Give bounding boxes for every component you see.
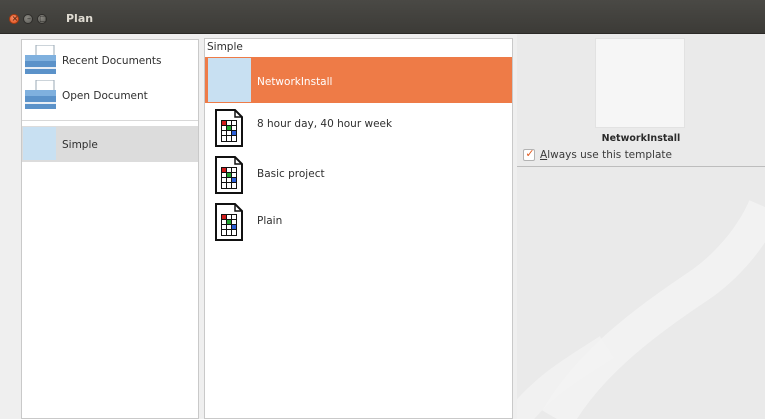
template-preview-name: NetworkInstall bbox=[601, 133, 681, 144]
template-thumbnail bbox=[208, 58, 251, 102]
checkmark-icon: ✓ bbox=[525, 147, 535, 160]
open-document-icon bbox=[25, 80, 56, 109]
close-icon[interactable]: × bbox=[9, 14, 19, 24]
template-preview-panel: NetworkInstall ✓ Always use this templat… bbox=[517, 34, 765, 419]
template-preview-thumbnail bbox=[595, 38, 685, 128]
always-use-template-checkbox[interactable]: ✓ bbox=[523, 147, 535, 161]
sidebar-item-recent-documents[interactable]: Recent Documents bbox=[22, 43, 198, 79]
template-label: 8 hour day, 40 hour week bbox=[257, 118, 393, 130]
template-label: Basic project bbox=[257, 168, 325, 180]
sidebar-item-simple[interactable]: Simple bbox=[22, 126, 198, 162]
window-title: Plan bbox=[66, 12, 94, 25]
dialog-content: Recent Documents Open Document Simple Si… bbox=[0, 34, 765, 419]
template-item-basic-project[interactable]: Basic project bbox=[205, 152, 512, 198]
category-thumbnail bbox=[23, 127, 56, 160]
minimize-icon[interactable]: – bbox=[23, 14, 33, 24]
spreadsheet-icon bbox=[215, 109, 243, 147]
title-bar: × – □ Plan bbox=[0, 0, 765, 34]
maximize-icon[interactable]: □ bbox=[37, 14, 47, 24]
sidebar-divider bbox=[22, 120, 198, 121]
template-list: Simple NetworkInstall 8 hour day, 40 hou… bbox=[204, 38, 513, 419]
spreadsheet-icon bbox=[215, 156, 243, 194]
sidebar-item-label: Open Document bbox=[62, 90, 148, 102]
sidebar-item-label: Simple bbox=[62, 139, 98, 151]
recent-documents-icon bbox=[25, 45, 56, 74]
template-label: Plain bbox=[257, 215, 283, 227]
watermark-swirl-icon bbox=[517, 199, 765, 419]
template-group-header: Simple bbox=[207, 41, 243, 53]
template-item-networkinstall[interactable]: NetworkInstall bbox=[205, 57, 512, 103]
template-item-plain[interactable]: Plain bbox=[205, 199, 512, 245]
sidebar: Recent Documents Open Document Simple bbox=[21, 39, 199, 419]
watermark-decoration bbox=[517, 167, 765, 419]
template-item-8-hour-day[interactable]: 8 hour day, 40 hour week bbox=[205, 105, 512, 151]
sidebar-item-label: Recent Documents bbox=[62, 55, 162, 67]
always-use-template-label[interactable]: Always use this template bbox=[540, 149, 672, 161]
template-label: NetworkInstall bbox=[257, 76, 333, 88]
sidebar-item-open-document[interactable]: Open Document bbox=[22, 78, 198, 114]
spreadsheet-icon bbox=[215, 203, 243, 241]
